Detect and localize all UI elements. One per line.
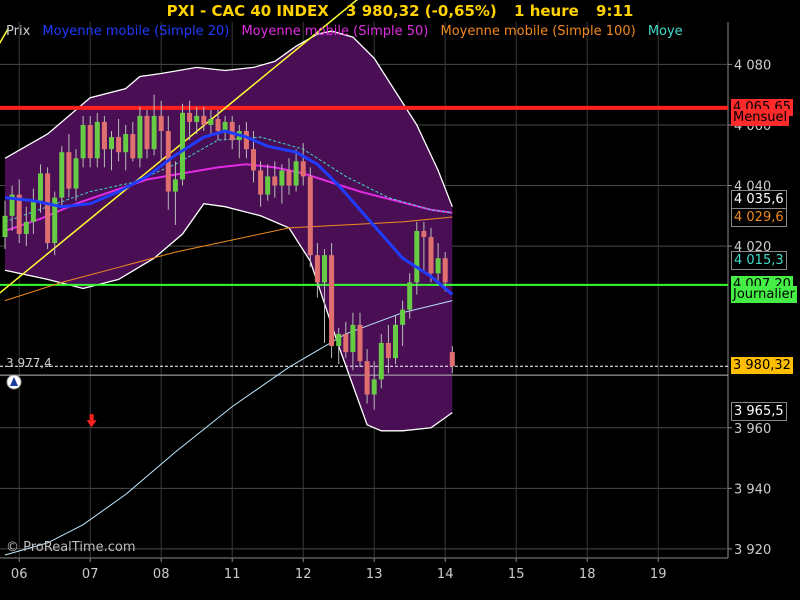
candle-body[interactable] [435, 258, 441, 274]
candle-body[interactable] [329, 255, 335, 347]
price-label: 4 015,3 [731, 251, 787, 271]
candle-body[interactable] [180, 112, 185, 180]
chart-title: PXI - CAC 40 INDEX 3 980,32 (-0,65%) 1 h… [0, 2, 800, 20]
candle-body[interactable] [442, 258, 448, 283]
sell-arrow-icon [89, 414, 94, 421]
price-label: 3 980,32 [731, 357, 793, 375]
candle-body[interactable] [322, 255, 327, 283]
x-tick-label: 19 [650, 567, 667, 582]
candle-body[interactable] [407, 282, 413, 310]
candle-body[interactable] [201, 115, 207, 125]
sell-arrow-icon[interactable] [86, 420, 97, 428]
candle-body[interactable] [286, 170, 292, 186]
indicator-legend: Prix Moyenne mobile (Simple 20) Moyenne … [6, 24, 691, 39]
y-tick-label: 4 080 [734, 58, 771, 73]
candle-body[interactable] [300, 161, 306, 177]
candle-body[interactable] [109, 137, 114, 150]
candle-body[interactable] [265, 176, 271, 195]
candle-body[interactable] [343, 333, 349, 353]
x-tick-label: 18 [579, 567, 596, 582]
candle-body[interactable] [378, 342, 384, 380]
candle-body[interactable] [38, 173, 43, 201]
legend-item-price[interactable]: Prix [6, 24, 30, 39]
candle-body[interactable] [172, 179, 178, 192]
price-chart[interactable]: 3 9203 9403 9604 0204 0404 0604 08006 07 0… [0, 0, 800, 600]
legend-item-ma20[interactable]: Moyenne mobile (Simple 20) [42, 24, 229, 39]
left-level-label: 3 977,4 [6, 356, 52, 370]
candle-body[interactable] [428, 237, 434, 274]
price-label: Journalier [731, 285, 797, 303]
legend-item-ma50[interactable]: Moyenne mobile (Simple 50) [241, 24, 428, 39]
x-tick-label: 08 [153, 567, 170, 582]
candle-body[interactable] [414, 230, 420, 283]
x-tick-label: 12 [295, 567, 312, 582]
candle-body[interactable] [251, 149, 256, 171]
candle-body[interactable] [371, 379, 377, 395]
price-label: Mensuel [731, 108, 790, 126]
candle-body[interactable] [87, 124, 93, 159]
candle-body[interactable] [336, 333, 342, 347]
x-tick-label: 13 [366, 567, 383, 582]
candle-body[interactable] [449, 352, 455, 367]
y-tick-label: 3 920 [734, 543, 771, 558]
x-tick-label: 06 [11, 567, 28, 582]
candle-body[interactable] [194, 115, 200, 122]
candle-body[interactable] [385, 342, 391, 359]
candle-body[interactable] [187, 112, 193, 122]
last-price-label: 3 980,32 (-0,65%) [346, 2, 497, 20]
candle-body[interactable] [272, 176, 278, 186]
x-tick-label: 14 [437, 567, 454, 582]
x-tick-label: 15 [508, 567, 525, 582]
candle-body[interactable] [23, 221, 29, 234]
candle-body[interactable] [137, 115, 143, 159]
candle-body[interactable] [73, 158, 79, 189]
candle-body[interactable] [208, 118, 214, 125]
time-label: 9:11 [596, 2, 634, 20]
candle-body[interactable] [158, 115, 164, 132]
candle-body[interactable] [400, 309, 406, 325]
copyright-label: © ProRealTime.com [6, 540, 136, 555]
price-label: 4 029,6 [731, 208, 787, 228]
candle-body[interactable] [357, 324, 363, 362]
x-tick-label: 07 [82, 567, 99, 582]
candle-body[interactable] [144, 115, 150, 150]
candle-body[interactable] [350, 324, 356, 353]
candle-body[interactable] [2, 215, 8, 238]
candle-body[interactable] [421, 230, 427, 238]
price-label: 3 965,5 [731, 402, 787, 422]
legend-item-ma100[interactable]: Moyenne mobile (Simple 100) [441, 24, 636, 39]
candle-body[interactable] [123, 134, 129, 153]
price-label: 4 035,6 [731, 189, 787, 209]
candle-body[interactable] [293, 161, 299, 186]
candle-body[interactable] [59, 152, 65, 198]
candle-body[interactable] [258, 170, 264, 195]
candle-body[interactable] [393, 324, 398, 359]
candle-body[interactable] [80, 124, 86, 159]
candle-body[interactable] [30, 200, 36, 222]
candle-body[interactable] [279, 170, 285, 186]
candle-body[interactable] [94, 121, 100, 159]
candle-body[interactable] [151, 115, 157, 150]
legend-item-ma-other[interactable]: Moye [648, 24, 683, 39]
candle-body[interactable] [66, 152, 72, 189]
candle-body[interactable] [243, 131, 249, 150]
candle-body[interactable] [215, 118, 221, 132]
symbol-label: PXI - CAC 40 INDEX [166, 2, 329, 20]
candle-body[interactable] [116, 137, 122, 153]
candle-body[interactable] [101, 121, 107, 150]
timeframe-label: 1 heure [514, 2, 579, 20]
x-tick-label: 11 [224, 567, 241, 582]
candle-body[interactable] [307, 176, 313, 256]
candle-body[interactable] [364, 361, 370, 395]
candle-body[interactable] [314, 255, 320, 283]
chart-window: 3 920 3 940 3 960 4 020 4 040 4 060 4 080 06 07 0… [0, 0, 800, 600]
y-tick-label: 3 940 [734, 482, 771, 497]
candle-body[interactable] [130, 134, 136, 159]
candle-body[interactable] [45, 173, 51, 244]
bollinger-band-fill [5, 31, 453, 431]
y-tick-label: 3 960 [734, 422, 771, 437]
